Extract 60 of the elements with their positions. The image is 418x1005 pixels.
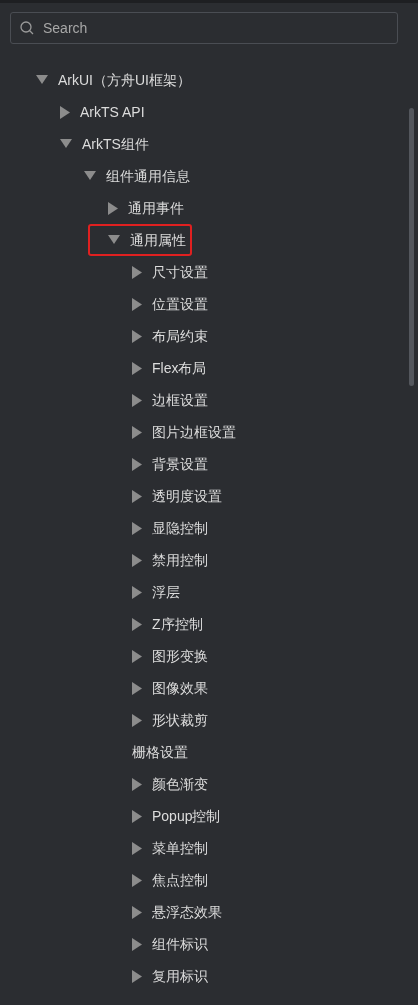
tree-item[interactable]: 组件标识 — [152, 933, 208, 955]
tree-item[interactable]: 组件通用信息 — [106, 165, 190, 187]
collapsed-arrow-icon[interactable] — [132, 969, 142, 983]
tree-item[interactable]: Popup控制 — [152, 805, 221, 827]
tree-item[interactable]: ArkTS API — [80, 101, 145, 123]
tree-item[interactable]: 通用属性 — [130, 229, 186, 251]
collapsed-arrow-icon[interactable] — [132, 553, 142, 567]
search-icon — [20, 21, 34, 35]
tree-item[interactable]: 浮层 — [152, 581, 180, 603]
tree-item[interactable]: 颜色渐变 — [152, 773, 208, 795]
collapsed-arrow-icon[interactable] — [132, 585, 142, 599]
tree-item[interactable]: 透明度设置 — [152, 485, 222, 507]
collapsed-arrow-icon[interactable] — [132, 361, 142, 375]
expanded-arrow-icon[interactable] — [60, 139, 72, 149]
tree-item[interactable]: 菜单控制 — [152, 837, 208, 859]
expanded-arrow-icon[interactable] — [36, 75, 48, 85]
collapsed-arrow-icon[interactable] — [132, 297, 142, 311]
tree-item[interactable]: 布局约束 — [152, 325, 208, 347]
tree-item[interactable]: 显隐控制 — [152, 517, 208, 539]
tree-item[interactable]: Z序控制 — [152, 613, 203, 635]
tree-item[interactable]: 背景设置 — [152, 453, 208, 475]
collapsed-arrow-icon[interactable] — [132, 841, 142, 855]
tree-item[interactable]: 图像效果 — [152, 677, 208, 699]
collapsed-arrow-icon[interactable] — [132, 937, 142, 951]
collapsed-arrow-icon[interactable] — [132, 905, 142, 919]
collapsed-arrow-icon[interactable] — [132, 393, 142, 407]
tree-item[interactable]: 复用标识 — [152, 965, 208, 987]
collapsed-arrow-icon[interactable] — [132, 329, 142, 343]
expanded-arrow-icon[interactable] — [108, 235, 120, 245]
tree-item[interactable]: ArkUI（方舟UI框架） — [58, 69, 191, 91]
collapsed-arrow-icon[interactable] — [132, 777, 142, 791]
tree-item[interactable]: Flex布局 — [152, 357, 207, 379]
tree-item[interactable]: 位置设置 — [152, 293, 208, 315]
tree-item[interactable]: 尺寸设置 — [152, 261, 208, 283]
tree-item[interactable]: 悬浮态效果 — [152, 901, 222, 923]
tree-item[interactable]: 边框设置 — [152, 389, 208, 411]
collapsed-arrow-icon[interactable] — [108, 201, 118, 215]
collapsed-arrow-icon[interactable] — [132, 713, 142, 727]
tree-item[interactable]: 形状裁剪 — [152, 709, 208, 731]
collapsed-arrow-icon[interactable] — [132, 649, 142, 663]
collapsed-arrow-icon[interactable] — [132, 681, 142, 695]
search-field[interactable]: Search — [10, 12, 398, 44]
collapsed-arrow-icon[interactable] — [132, 265, 142, 279]
tree-item[interactable]: ArkTS组件 — [82, 133, 149, 155]
tree-item[interactable]: 栅格设置 — [132, 741, 188, 763]
collapsed-arrow-icon[interactable] — [132, 457, 142, 471]
collapsed-arrow-icon[interactable] — [132, 489, 142, 503]
collapsed-arrow-icon[interactable] — [132, 617, 142, 631]
tree-item[interactable]: 通用事件 — [128, 197, 184, 219]
collapsed-arrow-icon[interactable] — [132, 873, 142, 887]
collapsed-arrow-icon[interactable] — [132, 521, 142, 535]
expanded-arrow-icon[interactable] — [84, 171, 96, 181]
collapsed-arrow-icon[interactable] — [132, 425, 142, 439]
collapsed-arrow-icon[interactable] — [132, 809, 142, 823]
tree-item[interactable]: 图形变换 — [152, 645, 208, 667]
tree-item[interactable]: 图片边框设置 — [152, 421, 236, 443]
tree-item[interactable]: 禁用控制 — [152, 549, 208, 571]
collapsed-arrow-icon[interactable] — [60, 105, 70, 119]
tree-item[interactable]: 焦点控制 — [152, 869, 208, 891]
scrollbar-thumb[interactable] — [409, 108, 414, 386]
